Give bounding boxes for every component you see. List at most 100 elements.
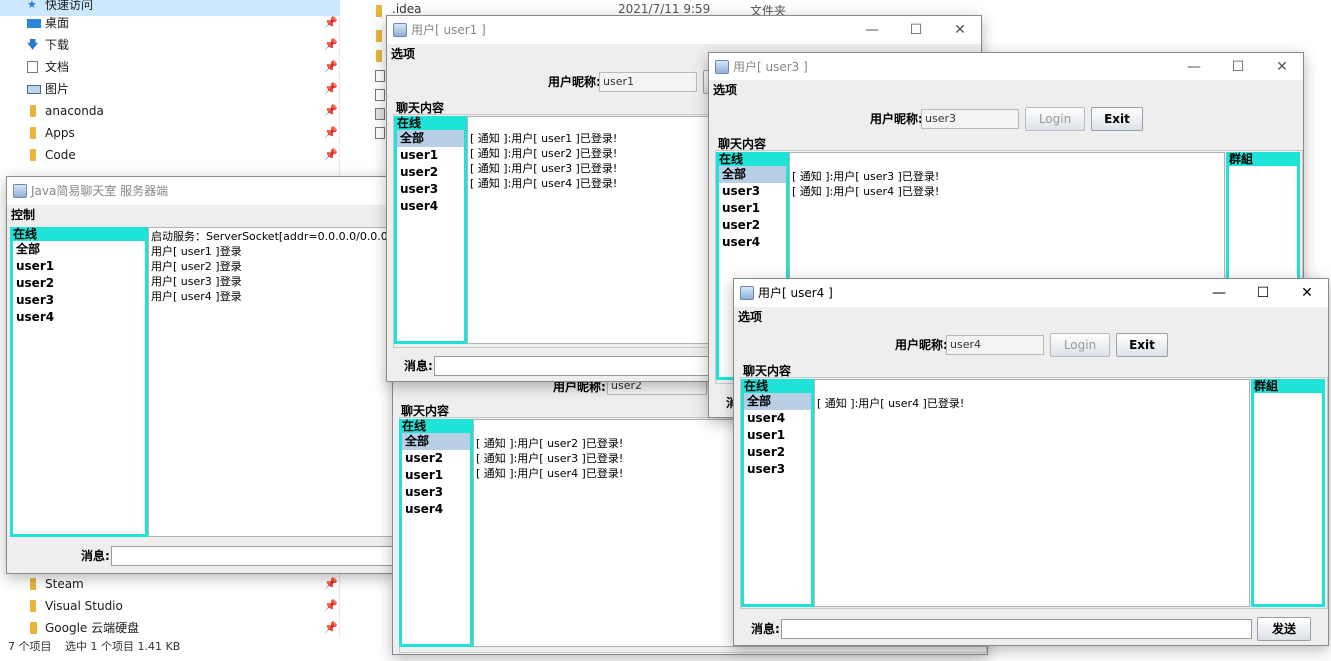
nickname-field[interactable]: user1 xyxy=(599,72,697,92)
folder-icon xyxy=(376,30,382,42)
java-icon xyxy=(13,184,27,198)
java-icon xyxy=(393,23,407,37)
nav-item-downloads[interactable]: 🡇 下载 📌 xyxy=(0,34,340,56)
list-item[interactable]: user4 xyxy=(719,234,786,251)
menu-control[interactable]: 控制 xyxy=(7,205,395,225)
window-title: 用户[ user1 ] xyxy=(411,23,486,37)
message-input[interactable] xyxy=(111,546,395,566)
list-item[interactable]: user1 xyxy=(397,147,464,164)
nickname-field[interactable]: user4 xyxy=(946,335,1044,355)
nav-item-documents[interactable]: 文档 📌 xyxy=(0,56,340,78)
file-name[interactable]: .idea xyxy=(392,2,422,16)
server-window: Java简易聊天室 服务器端 控制 在线 全部 user1 user2 user… xyxy=(6,176,396,574)
pin-icon[interactable]: 📌 xyxy=(324,34,338,56)
java-icon xyxy=(715,60,729,74)
server-log[interactable]: 启动服务：ServerSocket[addr=0.0.0.0/0.0.0.0,l… xyxy=(148,227,396,537)
close-button[interactable]: ✕ xyxy=(1284,279,1330,307)
online-list[interactable]: 在线 全部 user4 user1 user2 user3 xyxy=(741,379,814,607)
close-button[interactable]: ✕ xyxy=(1259,53,1305,81)
chat-area[interactable]: [ 通知 ]:用户[ user4 ]已登录! xyxy=(814,379,1250,607)
online-list-header: 在线 xyxy=(716,152,789,166)
list-item[interactable]: user2 xyxy=(397,164,464,181)
folder-icon xyxy=(30,105,36,117)
menu-options[interactable]: 选项 xyxy=(734,307,1328,327)
nav-item-steam[interactable]: Steam 📌 xyxy=(0,573,340,595)
google-drive-icon xyxy=(30,622,37,634)
list-item[interactable]: user3 xyxy=(13,292,145,309)
login-button[interactable]: Login xyxy=(1025,107,1085,131)
online-list-header: 在线 xyxy=(399,419,473,433)
list-item[interactable]: user3 xyxy=(402,484,470,501)
list-item[interactable]: user2 xyxy=(744,444,811,461)
list-item[interactable]: user4 xyxy=(402,501,470,518)
list-item[interactable]: 全部 xyxy=(744,393,811,410)
list-item[interactable]: user3 xyxy=(744,461,811,478)
group-list[interactable]: 群組 xyxy=(1251,379,1325,607)
list-item[interactable]: user1 xyxy=(13,258,145,275)
online-list[interactable]: 在线 全部 user1 user2 user3 user4 xyxy=(394,116,467,344)
maximize-button[interactable]: ☐ xyxy=(893,16,939,44)
list-item[interactable]: user4 xyxy=(744,410,811,427)
menu-options[interactable]: 选项 xyxy=(709,80,1303,100)
list-item[interactable]: user2 xyxy=(13,275,145,292)
list-item[interactable]: user3 xyxy=(719,183,786,200)
list-item[interactable]: user4 xyxy=(13,309,145,326)
user1-titlebar[interactable]: 用户[ user1 ] — ☐ ✕ xyxy=(387,16,981,44)
pin-icon[interactable]: 📌 xyxy=(324,573,338,595)
online-list[interactable]: 在线 全部 user1 user2 user3 user4 xyxy=(10,227,148,537)
send-button[interactable]: 发送 xyxy=(1257,617,1311,641)
list-item[interactable]: 全部 xyxy=(13,241,145,258)
list-item[interactable]: user2 xyxy=(402,450,470,467)
maximize-button[interactable]: ☐ xyxy=(1215,53,1261,81)
list-item[interactable]: 全部 xyxy=(719,166,786,183)
pin-icon[interactable]: 📌 xyxy=(324,595,338,617)
nav-item-apps[interactable]: Apps 📌 xyxy=(0,122,340,144)
pin-icon[interactable]: 📌 xyxy=(324,78,338,100)
minimize-button[interactable]: — xyxy=(849,16,895,44)
log-line: 用户[ user3 ]登录 xyxy=(151,275,242,288)
file-icon xyxy=(375,89,385,101)
list-item[interactable]: user1 xyxy=(744,427,811,444)
pin-icon[interactable]: 📌 xyxy=(324,100,338,122)
nav-item-visual-studio[interactable]: Visual Studio 📌 xyxy=(0,595,340,617)
exit-button[interactable]: Exit xyxy=(1091,107,1143,131)
message-input[interactable] xyxy=(781,619,1252,639)
minimize-button[interactable]: — xyxy=(1171,53,1217,81)
maximize-button[interactable]: ☐ xyxy=(1240,279,1286,307)
nav-item-code[interactable]: Code 📌 xyxy=(0,144,340,166)
list-item[interactable]: user2 xyxy=(719,217,786,234)
list-item[interactable]: user1 xyxy=(402,467,470,484)
login-button[interactable]: Login xyxy=(1050,333,1110,357)
list-item[interactable]: user1 xyxy=(719,200,786,217)
star-icon: ★ xyxy=(27,0,37,11)
exit-button[interactable]: Exit xyxy=(1116,333,1168,357)
list-item[interactable]: 全部 xyxy=(397,130,464,147)
pin-icon[interactable]: 📌 xyxy=(324,122,338,144)
nickname-field[interactable]: user3 xyxy=(921,109,1019,129)
nickname-label: 用户昵称: xyxy=(548,75,601,89)
server-titlebar[interactable]: Java简易聊天室 服务器端 xyxy=(7,177,395,205)
list-item[interactable]: user4 xyxy=(397,198,464,215)
nav-item-anaconda[interactable]: anaconda 📌 xyxy=(0,100,340,122)
list-item[interactable]: 全部 xyxy=(402,433,470,450)
nav-item-pictures[interactable]: 图片 📌 xyxy=(0,78,340,100)
online-list-header: 在线 xyxy=(741,379,814,393)
nav-item-desktop[interactable]: 桌面 📌 xyxy=(0,12,340,34)
close-button[interactable]: ✕ xyxy=(937,16,983,44)
list-item[interactable]: user3 xyxy=(397,181,464,198)
desktop-icon xyxy=(27,19,41,28)
pin-icon[interactable]: 📌 xyxy=(324,56,338,78)
pin-icon[interactable]: 📌 xyxy=(324,144,338,166)
pin-icon[interactable]: 📌 xyxy=(324,12,338,34)
group-list-header: 群組 xyxy=(1251,379,1325,393)
minimize-button[interactable]: — xyxy=(1196,279,1242,307)
user4-titlebar[interactable]: 用户[ user4 ] — ☐ ✕ xyxy=(734,279,1328,307)
nav-item-google-drive[interactable]: Google 云端硬盘 📌 ⌄ xyxy=(0,617,340,656)
user3-titlebar[interactable]: 用户[ user3 ] — ☐ ✕ xyxy=(709,53,1303,81)
folder-icon xyxy=(30,578,36,590)
online-list[interactable]: 在线 全部 user2 user1 user3 user4 xyxy=(399,419,473,647)
picture-icon xyxy=(27,85,41,94)
explorer-status-bar: 7 个项目 选中 1 个项目 1.41 KB xyxy=(0,638,390,655)
user4-window: 用户[ user4 ] — ☐ ✕ 选项 用户昵称: user4 Login E… xyxy=(733,278,1329,646)
chat-content-label: 聊天内容 xyxy=(396,101,445,115)
